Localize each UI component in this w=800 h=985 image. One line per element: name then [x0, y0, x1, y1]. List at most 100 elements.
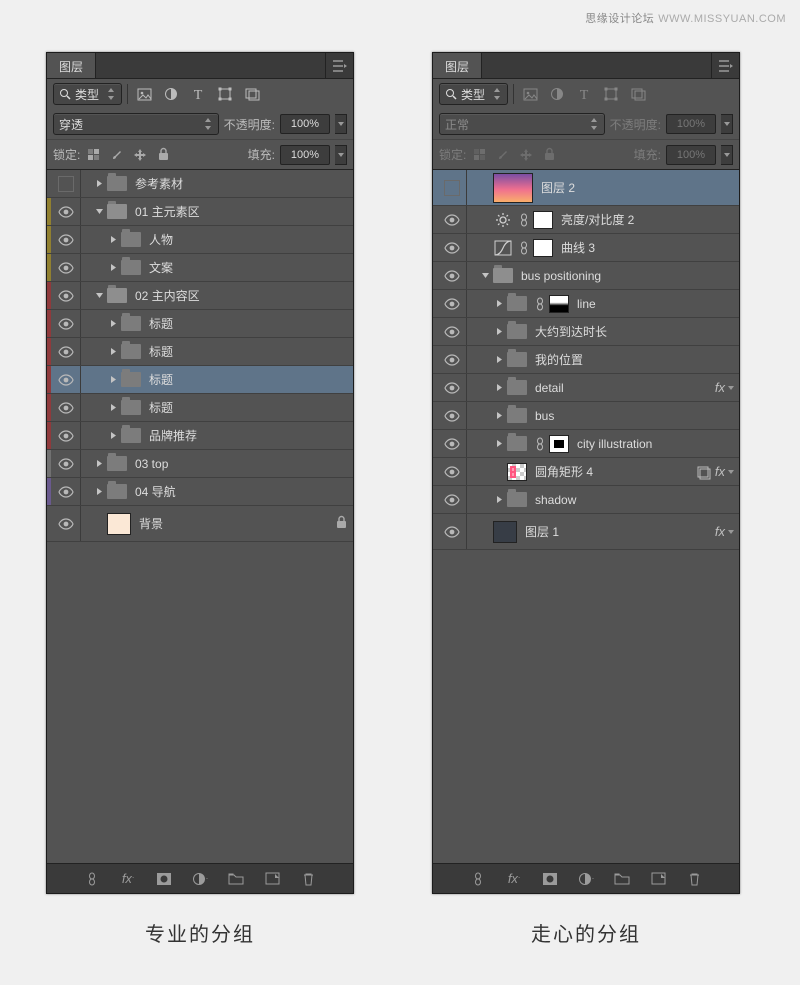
layer-name[interactable]: 大约到达时长 — [535, 323, 739, 340]
lock-all-icon[interactable] — [154, 146, 172, 164]
fx-menu-icon[interactable]: fx. — [504, 871, 524, 886]
visibility-toggle[interactable] — [437, 290, 467, 317]
layer-row[interactable]: 圆角矩形 4 fx — [433, 458, 739, 486]
disclosure-icon[interactable] — [107, 403, 119, 412]
disclosure-icon[interactable] — [93, 487, 105, 496]
visibility-toggle[interactable] — [51, 366, 81, 393]
filter-adjust-icon[interactable] — [160, 84, 182, 104]
fx-badge[interactable]: fx — [715, 464, 735, 479]
panel-menu-icon[interactable] — [711, 53, 739, 78]
disclosure-icon[interactable] — [107, 319, 119, 328]
visibility-toggle[interactable] — [437, 486, 467, 513]
layer-row[interactable]: shadow — [433, 486, 739, 514]
new-group-icon[interactable] — [226, 872, 246, 885]
disclosure-icon[interactable] — [493, 439, 505, 448]
layer-row[interactable]: 标题 — [47, 338, 353, 366]
layer-row[interactable]: 03 top — [47, 450, 353, 478]
layer-name[interactable]: line — [577, 297, 739, 311]
visibility-toggle[interactable] — [51, 478, 81, 505]
mask-icon[interactable] — [540, 872, 560, 886]
lock-pixels-icon[interactable] — [471, 146, 489, 164]
filter-image-icon[interactable] — [519, 84, 541, 104]
layer-name[interactable]: shadow — [535, 493, 739, 507]
visibility-toggle[interactable] — [51, 506, 81, 541]
layer-name[interactable]: 品牌推荐 — [149, 427, 353, 444]
layer-name[interactable]: 02 主内容区 — [135, 287, 353, 304]
visibility-toggle[interactable] — [51, 198, 81, 225]
visibility-toggle[interactable] — [51, 422, 81, 449]
layer-row[interactable]: 背景 — [47, 506, 353, 542]
layer-row[interactable]: 02 主内容区 — [47, 282, 353, 310]
layer-row[interactable]: 标题 — [47, 366, 353, 394]
opacity-value[interactable]: 100% — [280, 114, 330, 134]
lock-brush-icon[interactable] — [108, 146, 126, 164]
layer-row[interactable]: 标题 — [47, 394, 353, 422]
panel-tab-layers[interactable]: 图层 — [47, 53, 96, 78]
layer-name[interactable]: bus positioning — [521, 269, 739, 283]
layer-row[interactable]: bus — [433, 402, 739, 430]
layer-name[interactable]: 04 导航 — [135, 483, 353, 500]
lock-move-icon[interactable] — [131, 146, 149, 164]
fx-badge[interactable]: fx — [715, 524, 735, 539]
disclosure-icon[interactable] — [107, 431, 119, 440]
link-layers-icon[interactable] — [468, 872, 488, 886]
panel-menu-icon[interactable] — [325, 53, 353, 78]
fx-badge[interactable]: fx — [715, 380, 735, 395]
disclosure-icon[interactable] — [93, 179, 105, 188]
disclosure-icon[interactable] — [493, 299, 505, 308]
layer-name[interactable]: 标题 — [149, 371, 353, 388]
blend-mode-select[interactable]: 穿透 — [53, 113, 219, 135]
visibility-toggle[interactable] — [51, 394, 81, 421]
layer-name[interactable]: 参考素材 — [135, 175, 353, 192]
disclosure-icon[interactable] — [107, 375, 119, 384]
layer-name[interactable]: 背景 — [139, 515, 336, 532]
filter-type-select[interactable]: 类型 — [53, 83, 122, 105]
disclosure-icon[interactable] — [479, 271, 491, 280]
delete-layer-icon[interactable] — [684, 872, 704, 886]
layer-row[interactable]: 大约到达时长 — [433, 318, 739, 346]
new-layer-icon[interactable] — [648, 872, 668, 885]
layer-name[interactable]: 标题 — [149, 315, 353, 332]
disclosure-icon[interactable] — [493, 327, 505, 336]
panel-tab-layers[interactable]: 图层 — [433, 53, 482, 78]
layer-name[interactable]: detail — [535, 381, 715, 395]
layer-name[interactable]: 曲线 3 — [561, 239, 739, 256]
layer-row[interactable]: 曲线 3 — [433, 234, 739, 262]
layer-row[interactable]: 标题 — [47, 310, 353, 338]
layer-name[interactable]: 01 主元素区 — [135, 203, 353, 220]
layer-name[interactable]: 文案 — [149, 259, 353, 276]
layer-row[interactable]: 参考素材 — [47, 170, 353, 198]
visibility-toggle[interactable] — [437, 402, 467, 429]
layer-name[interactable]: city illustration — [577, 437, 739, 451]
delete-layer-icon[interactable] — [298, 872, 318, 886]
disclosure-icon[interactable] — [93, 291, 105, 300]
layer-row[interactable]: 01 主元素区 — [47, 198, 353, 226]
layer-name[interactable]: 我的位置 — [535, 351, 739, 368]
visibility-toggle[interactable] — [437, 318, 467, 345]
layer-name[interactable]: 圆角矩形 4 — [535, 463, 695, 480]
mask-icon[interactable] — [154, 872, 174, 886]
visibility-toggle[interactable] — [437, 430, 467, 457]
visibility-toggle[interactable] — [51, 170, 81, 197]
fill-dropdown-icon[interactable] — [335, 145, 347, 165]
disclosure-icon[interactable] — [493, 411, 505, 420]
fill-value[interactable]: 100% — [280, 145, 330, 165]
filter-smart-icon[interactable] — [627, 84, 649, 104]
layer-row[interactable]: 图层 1 fx — [433, 514, 739, 550]
new-group-icon[interactable] — [612, 872, 632, 885]
visibility-toggle[interactable] — [437, 262, 467, 289]
filter-text-icon[interactable]: T — [187, 84, 209, 104]
layer-row[interactable]: bus positioning — [433, 262, 739, 290]
visibility-toggle[interactable] — [51, 282, 81, 309]
layer-row[interactable]: detail fx — [433, 374, 739, 402]
layer-row[interactable]: city illustration — [433, 430, 739, 458]
visibility-toggle[interactable] — [51, 338, 81, 365]
adjustment-menu-icon[interactable]: . — [576, 872, 596, 886]
lock-pixels-icon[interactable] — [85, 146, 103, 164]
fx-menu-icon[interactable]: fx. — [118, 871, 138, 886]
new-layer-icon[interactable] — [262, 872, 282, 885]
disclosure-icon[interactable] — [107, 347, 119, 356]
adjustment-menu-icon[interactable]: . — [190, 872, 210, 886]
visibility-toggle[interactable] — [51, 254, 81, 281]
visibility-toggle[interactable] — [437, 206, 467, 233]
